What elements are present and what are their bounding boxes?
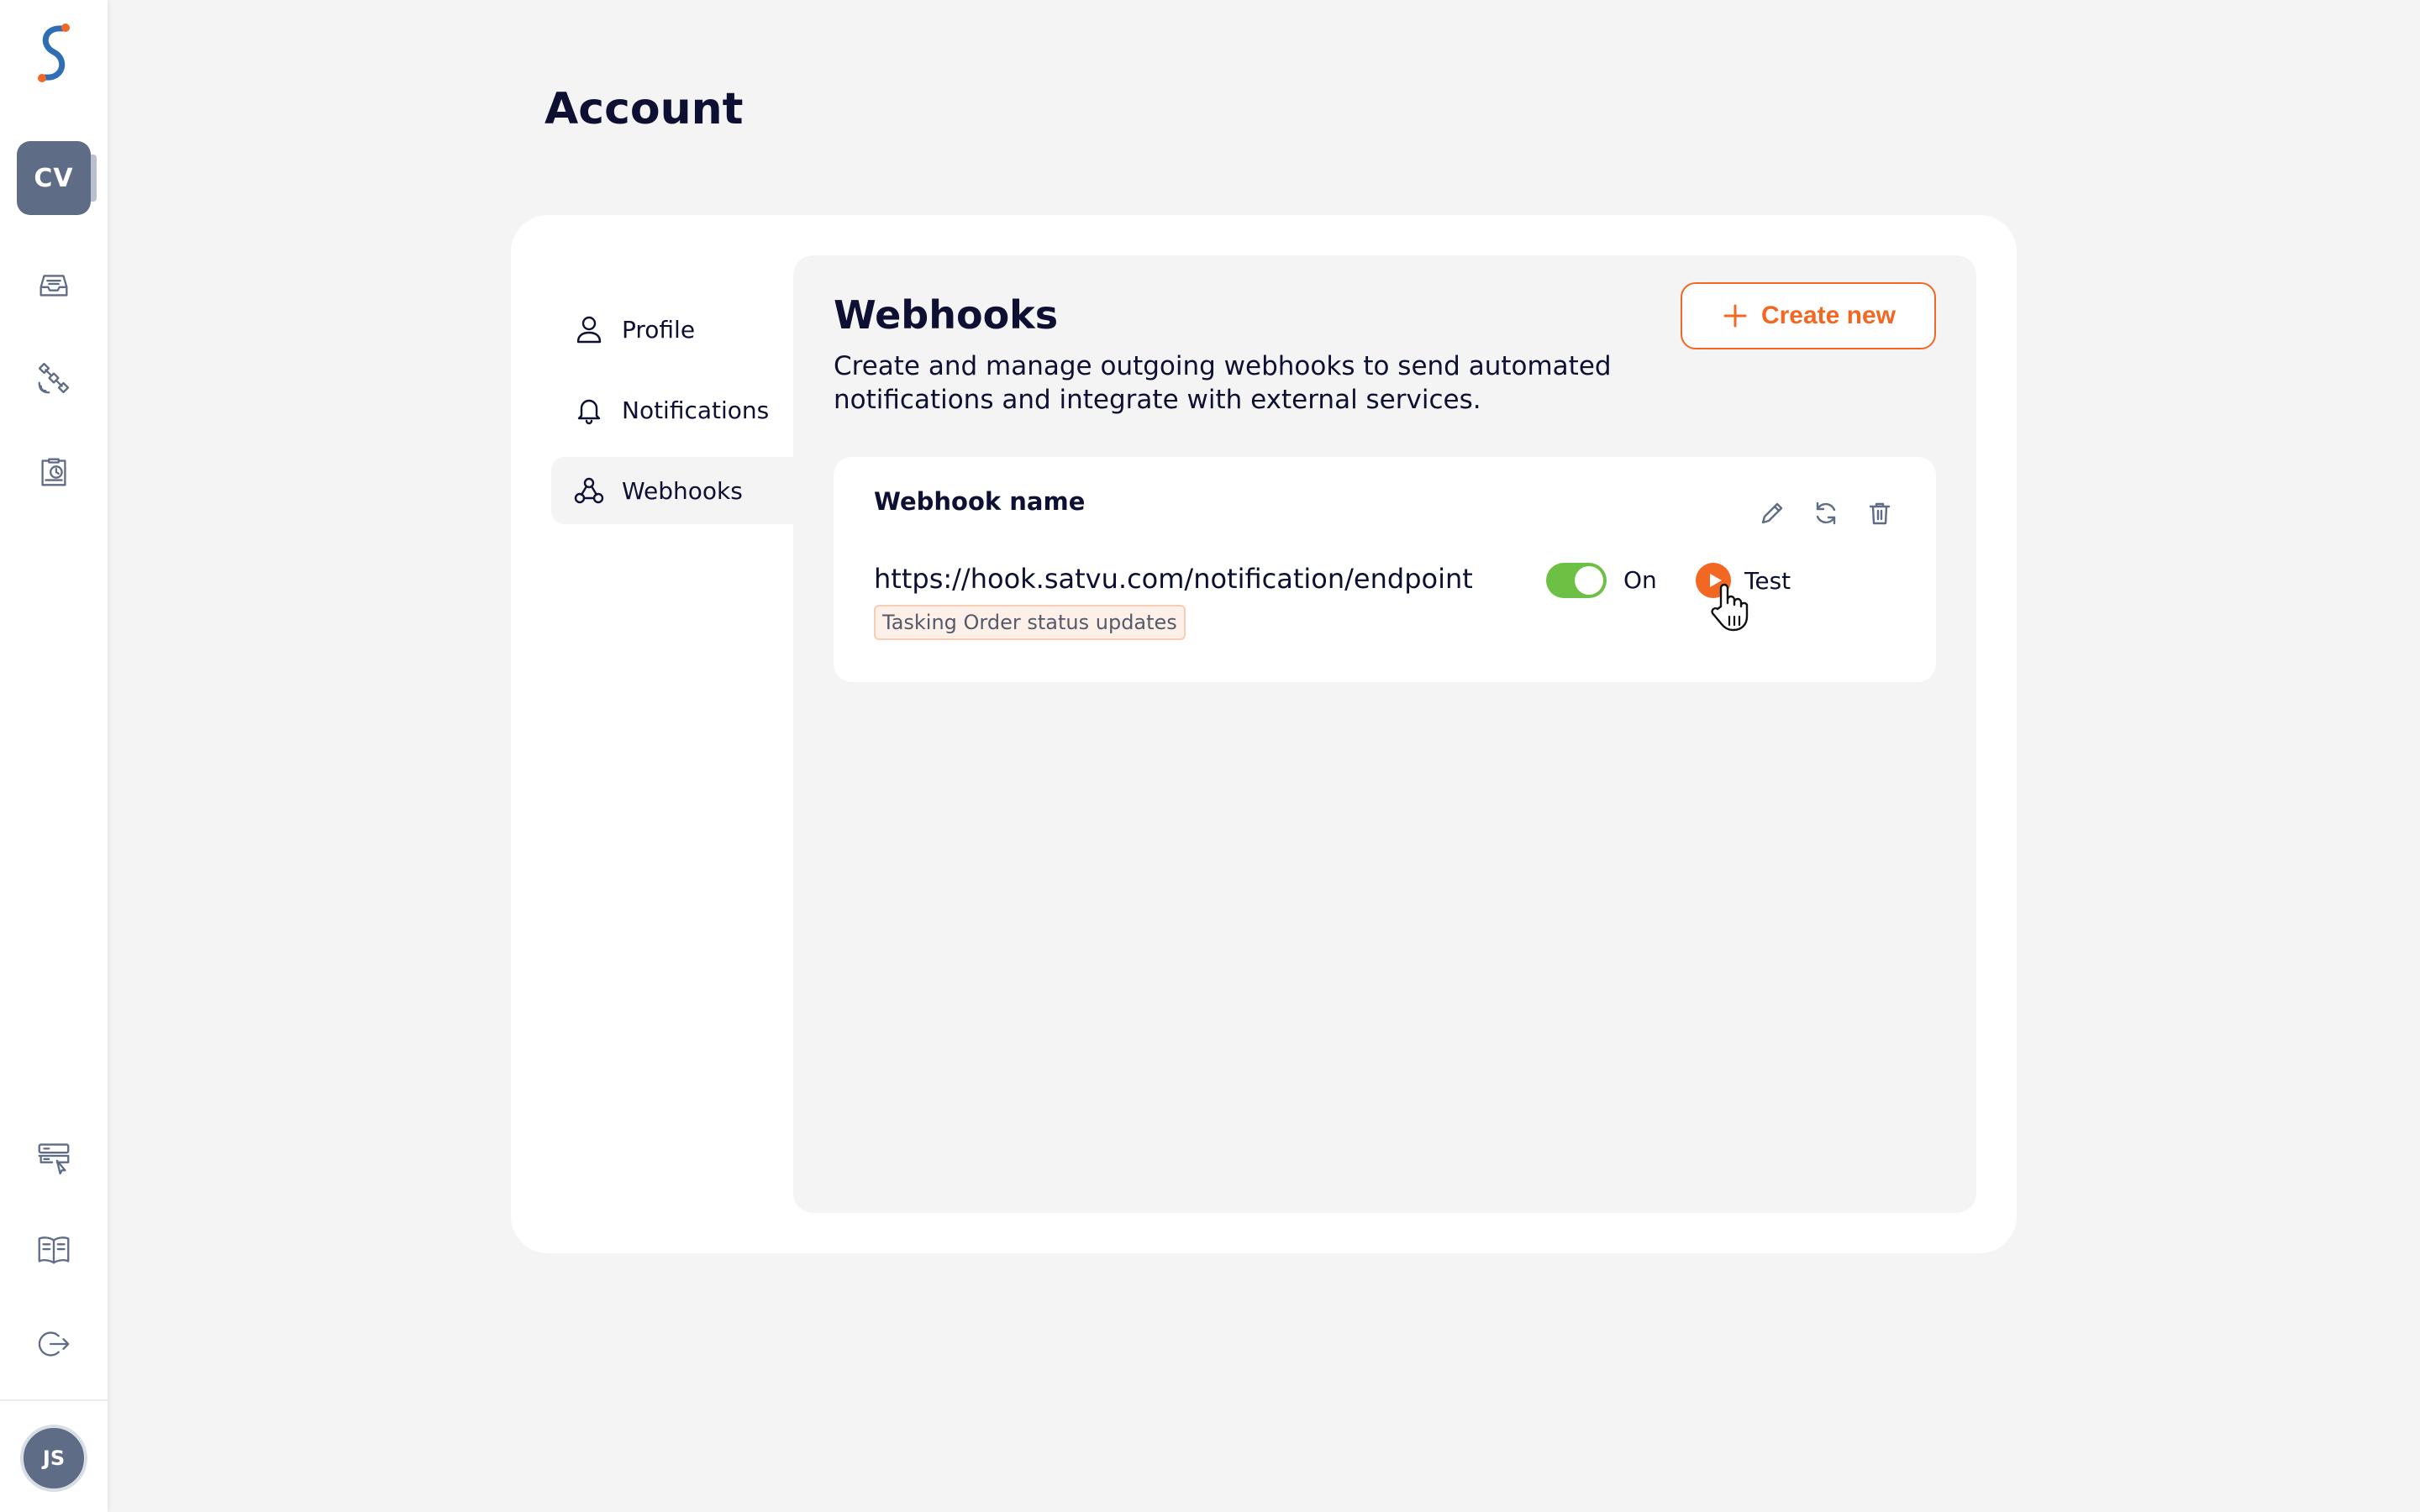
rail-api[interactable] xyxy=(29,1131,79,1181)
play-icon xyxy=(1696,563,1731,598)
event-tag: Tasking Order status updates xyxy=(874,605,1186,640)
nav-item-notifications[interactable]: Notifications xyxy=(551,376,793,444)
org-switcher[interactable]: CV xyxy=(17,141,91,215)
nav-label: Profile xyxy=(622,315,696,344)
rail-orders[interactable] xyxy=(29,447,79,497)
section-description: Create and manage outgoing webhooks to s… xyxy=(834,351,1612,415)
book-icon xyxy=(38,1236,70,1264)
webhooks-panel: Webhooks Create and manage outgoing webh… xyxy=(793,255,1976,1213)
logo-icon xyxy=(38,24,70,82)
account-side-nav: Profile Notifications Webhooks xyxy=(551,296,793,538)
create-new-button[interactable]: Create new xyxy=(1681,282,1936,349)
rail-divider xyxy=(0,1399,108,1401)
rail-docs[interactable] xyxy=(29,1225,79,1275)
plus-icon xyxy=(1723,304,1747,328)
satellite-icon xyxy=(38,362,70,394)
webhook-name: Webhook name xyxy=(874,487,1086,516)
webhook-actions xyxy=(1756,497,1896,529)
webhook-icon xyxy=(574,477,604,504)
refresh-icon xyxy=(1816,501,1836,525)
toggle-state-label: On xyxy=(1623,566,1657,594)
rail-satellite[interactable] xyxy=(29,353,79,403)
active-indicator xyxy=(91,155,97,202)
delete-button[interactable] xyxy=(1864,497,1896,529)
server-cursor-icon xyxy=(38,1143,70,1175)
section-title: Webhooks xyxy=(834,292,1059,338)
toggle-knob xyxy=(1575,566,1603,595)
trash-icon xyxy=(1869,502,1891,525)
left-rail: CV JS xyxy=(0,0,108,1512)
edit-button[interactable] xyxy=(1756,497,1788,529)
create-new-label: Create new xyxy=(1760,302,1897,329)
webhook-card: Webhook name https://hook.satvu.com/noti… xyxy=(834,457,1936,682)
bell-icon xyxy=(577,399,601,425)
clipboard-clock-icon xyxy=(41,458,66,486)
nav-item-webhooks[interactable]: Webhooks xyxy=(551,457,793,524)
rail-logout[interactable] xyxy=(29,1319,79,1369)
nav-item-profile[interactable]: Profile xyxy=(551,296,793,363)
webhook-url: https://hook.satvu.com/notification/endp… xyxy=(874,563,1473,595)
nav-label: Webhooks xyxy=(622,476,743,505)
rail-inbox[interactable] xyxy=(29,259,79,309)
page-title: Account xyxy=(544,84,744,134)
inbox-icon xyxy=(39,275,68,297)
test-button[interactable]: Test xyxy=(1696,561,1791,600)
refresh-button[interactable] xyxy=(1810,497,1842,529)
test-label: Test xyxy=(1744,566,1791,595)
pencil-icon xyxy=(1761,502,1783,524)
brand-logo[interactable] xyxy=(32,20,76,87)
logout-icon xyxy=(38,1331,70,1357)
user-avatar[interactable]: JS xyxy=(20,1425,87,1492)
account-card: Profile Notifications Webhooks Webhooks … xyxy=(511,215,2017,1253)
user-icon xyxy=(576,316,602,344)
enabled-toggle[interactable] xyxy=(1546,563,1607,598)
nav-label: Notifications xyxy=(622,396,770,424)
